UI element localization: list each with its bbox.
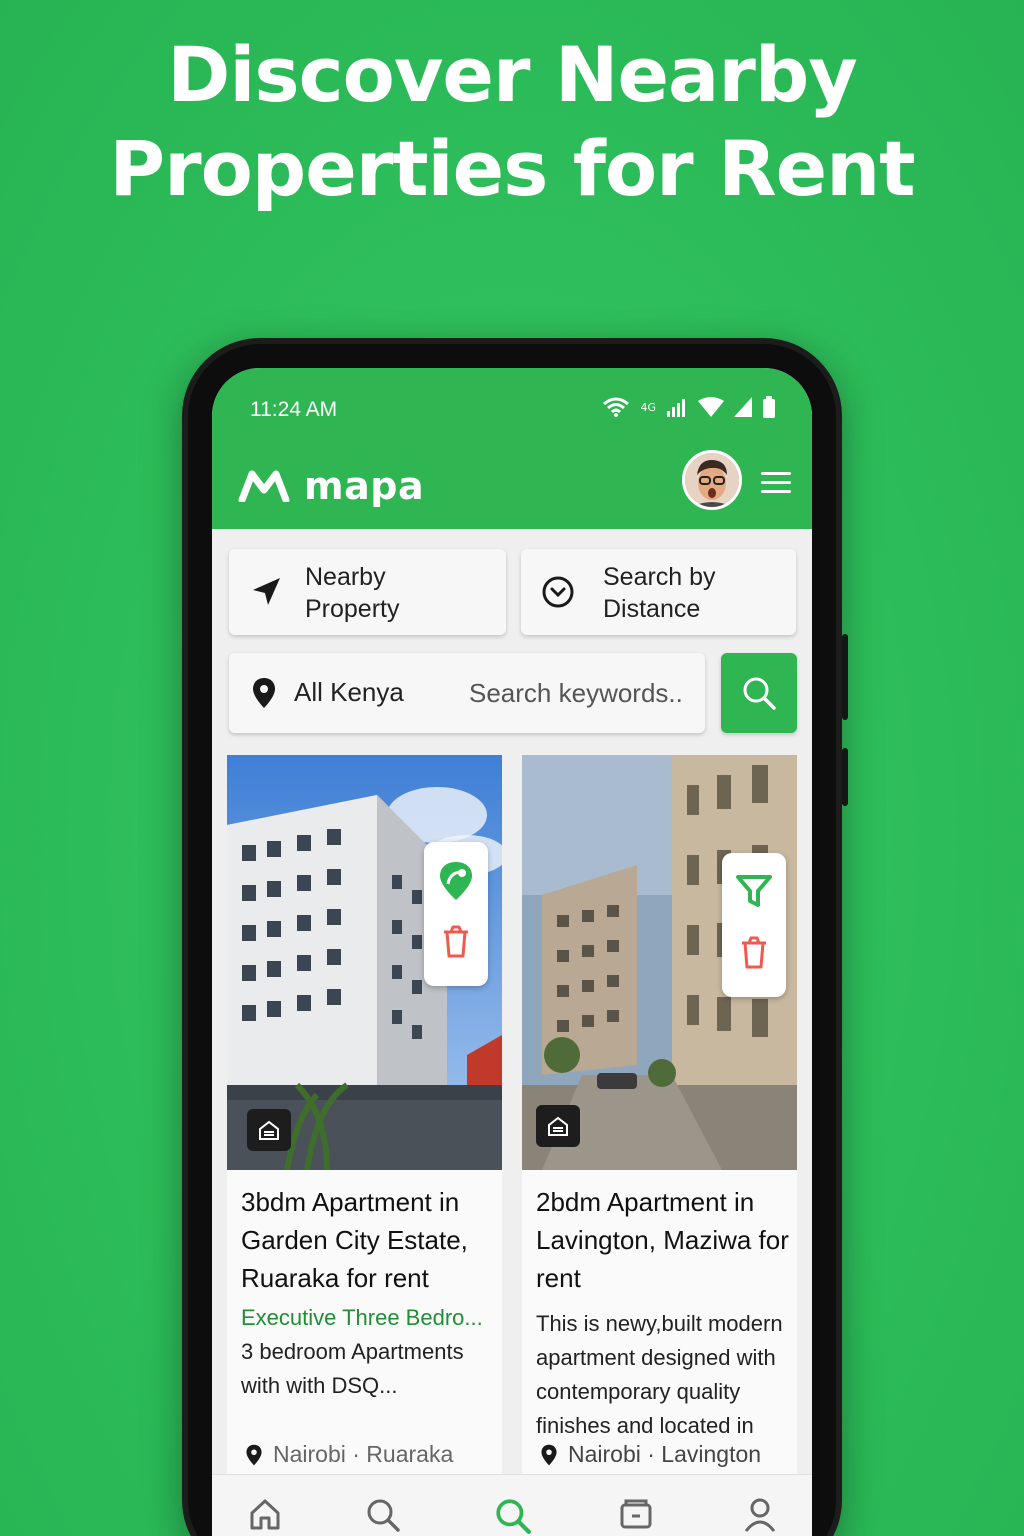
listing-title[interactable]: 2bdm Apartment in Lavington, Maziwa for … — [536, 1183, 791, 1297]
listing-location: Nairobi · Lavington — [540, 1441, 761, 1468]
wifi-icon — [603, 397, 630, 417]
listing-card-1[interactable]: 3bdm Apartment in Garden City Estate, Ru… — [227, 755, 502, 1495]
search-button[interactable] — [721, 653, 797, 733]
status-icons: 4G — [602, 396, 776, 418]
cell-signal-icon — [667, 399, 685, 417]
app-logo[interactable]: mapa — [238, 464, 424, 508]
listing-actions — [424, 842, 488, 986]
search-icon[interactable] — [488, 1497, 538, 1536]
property-type-icon — [247, 1109, 291, 1151]
listing-location-text: Nairobi · Lavington — [568, 1441, 762, 1467]
headline-line-2: Properties for Rent — [109, 124, 915, 213]
search-icon — [743, 677, 776, 710]
location-pin-icon — [541, 1444, 557, 1465]
phone-screen: 11:24 AM 4G mapa Nearby Property Search … — [212, 368, 812, 1536]
app-name: mapa — [304, 464, 425, 508]
navigation-arrow-icon — [253, 578, 280, 605]
wifi-icon — [698, 397, 724, 417]
network-label: 4G — [640, 400, 656, 414]
keyword-search-input[interactable] — [469, 669, 699, 717]
distance-label-line1: Search by — [603, 563, 716, 591]
map-pin-icon[interactable] — [436, 860, 476, 902]
headline-line-1: Discover Nearby — [167, 30, 858, 119]
user-avatar[interactable] — [682, 450, 742, 510]
promo-headline: Discover Nearby Properties for Rent — [0, 28, 1024, 216]
search-icon[interactable] — [358, 1497, 408, 1536]
nearby-label-line2: Property — [305, 595, 400, 623]
location-pin-icon — [246, 1444, 262, 1465]
chevron-circle-icon — [542, 576, 574, 608]
distance-label-line2: Distance — [603, 595, 701, 623]
battery-icon — [763, 396, 775, 418]
mapa-m-logo-icon — [238, 470, 290, 502]
listing-description: This is newy,built modern apartment desi… — [536, 1311, 783, 1437]
property-type-icon — [536, 1105, 580, 1147]
listing-card-2[interactable]: 2bdm Apartment in Lavington, Maziwa for … — [522, 755, 797, 1495]
cell-signal-icon — [734, 397, 752, 417]
listing-location: Nairobi · Ruaraka — [245, 1441, 453, 1468]
nearby-property-button[interactable]: Nearby Property — [229, 549, 506, 635]
avatar-photo — [685, 453, 739, 507]
filter-icon[interactable] — [734, 871, 774, 911]
bottom-navigation — [212, 1474, 812, 1536]
status-time: 11:24 AM — [250, 398, 338, 421]
delete-icon[interactable] — [440, 924, 472, 960]
location-selector[interactable]: All Kenya — [294, 677, 404, 708]
phone-volume-button — [842, 748, 848, 806]
hamburger-menu-icon[interactable] — [761, 472, 791, 496]
location-pin-icon[interactable] — [251, 677, 277, 709]
profile-icon[interactable] — [735, 1497, 785, 1536]
search-bar: All Kenya — [229, 653, 705, 733]
listing-actions — [722, 853, 786, 997]
listings-icon[interactable] — [611, 1497, 661, 1536]
app-header: 11:24 AM 4G mapa — [212, 368, 812, 529]
home-icon[interactable] — [240, 1497, 290, 1536]
nearby-label-line1: Nearby — [305, 563, 386, 591]
listing-description: 3 bedroom Apartments with with DSQ... — [241, 1339, 464, 1398]
listing-subtitle: Executive Three Bedro... — [241, 1305, 483, 1330]
delete-icon[interactable] — [738, 935, 770, 971]
search-by-distance-button[interactable]: Search by Distance — [521, 549, 796, 635]
phone-side-button — [842, 634, 848, 720]
listing-location-text: Nairobi · Ruaraka — [273, 1441, 454, 1467]
listing-title[interactable]: 3bdm Apartment in Garden City Estate, Ru… — [241, 1183, 496, 1297]
